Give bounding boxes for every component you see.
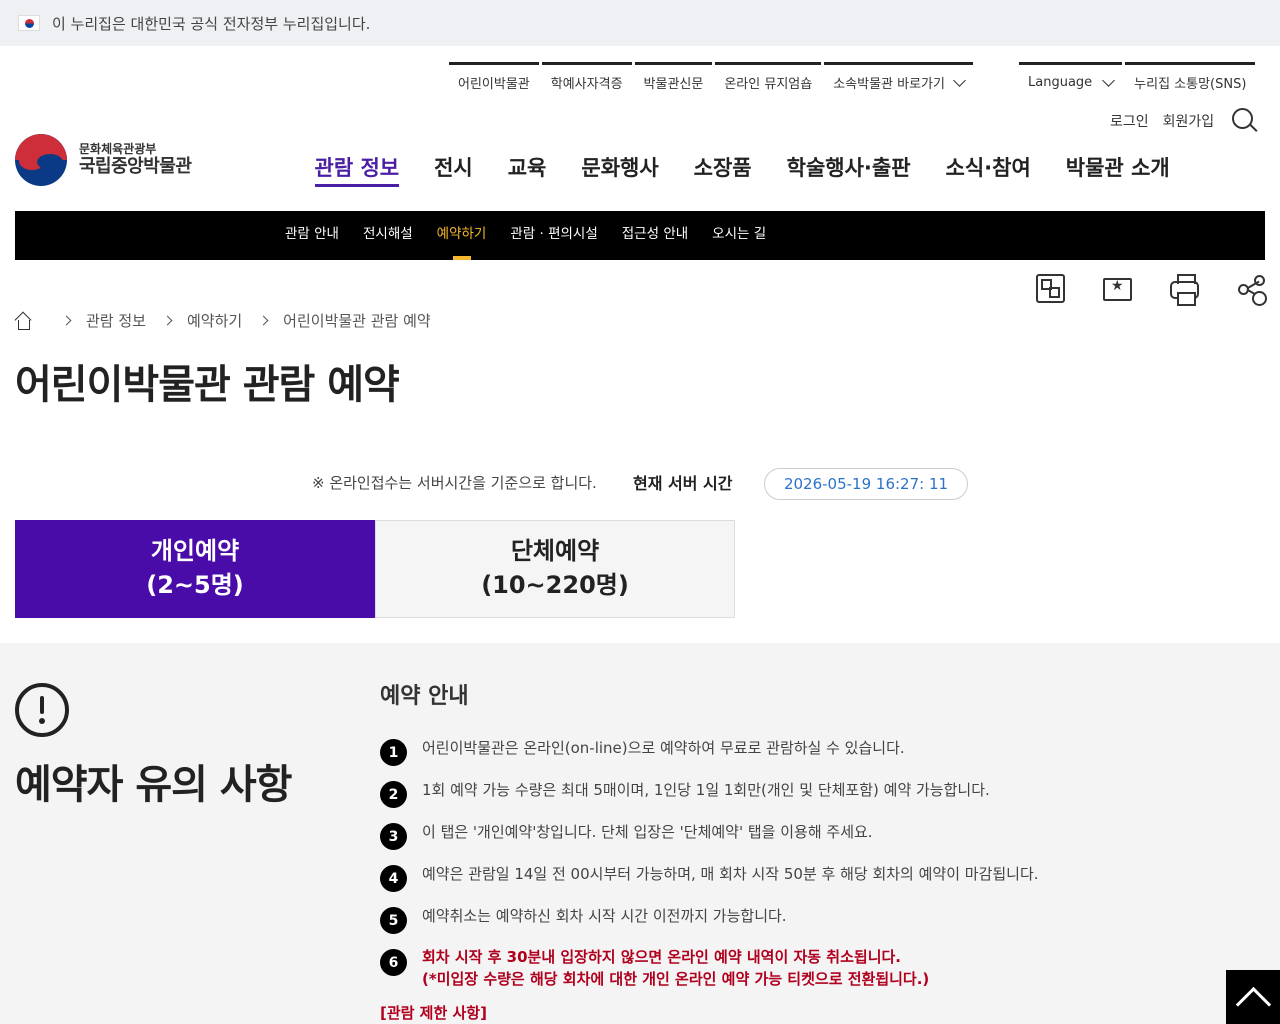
subnav-accessibility[interactable]: 접근성 안내 — [610, 211, 700, 260]
restriction-heading: [관람 제한 사항] — [380, 1004, 487, 1022]
guide-list: 1 어린이박물관은 온라인(on-line)으로 예약하여 무료로 관람하실 수… — [380, 735, 1260, 1001]
page-tools — [1036, 274, 1266, 306]
guide-item-warning: 6 회차 시작 후 30분내 입장하지 않으면 온라인 예약 내역이 자동 취소… — [380, 945, 1260, 1001]
gnb-cultural-events[interactable]: 문화행사 — [564, 152, 676, 188]
logo-text: 문화체육관광부 국립중앙박물관 — [79, 142, 192, 178]
site-logo[interactable]: 문화체육관광부 국립중앙박물관 — [15, 134, 192, 186]
guide-warning-line1: 회차 시작 후 30분내 입장하지 않으면 온라인 예약 내역이 자동 취소됩니… — [422, 948, 901, 966]
exclamation-circle-icon — [15, 683, 69, 737]
bookmark-star-icon[interactable] — [1103, 278, 1132, 301]
share-icon[interactable] — [1237, 274, 1266, 303]
guide-number: 1 — [380, 739, 407, 766]
gnb-about-museum[interactable]: 박물관 소개 — [1048, 152, 1187, 188]
tab-group-reservation[interactable]: 단체예약 (10~220명) — [375, 520, 735, 618]
guide-warning-line2: (*미입장 수량은 해당 회차에 대한 개인 온라인 예약 가능 티켓으로 전환… — [422, 969, 930, 988]
scroll-top-icon[interactable] — [1226, 970, 1280, 1024]
logo-ministry: 문화체육관광부 — [79, 142, 157, 156]
gnb-education[interactable]: 교육 — [490, 152, 564, 188]
guide-number: 5 — [380, 907, 407, 934]
gnb-academic-publishing[interactable]: 학술행사·출판 — [769, 152, 928, 188]
guide-item: 3 이 탭은 '개인예약'창입니다. 단체 입장은 '단체예약' 탭을 이용해 … — [380, 819, 1260, 861]
tab-group-title: 단체예약 — [510, 537, 600, 566]
breadcrumb-visit-info[interactable]: 관람 정보 — [86, 310, 146, 331]
breadcrumb-current: 어린이박물관 관람 예약 — [283, 312, 431, 330]
page-title: 어린이박물관 관람 예약 — [15, 362, 400, 408]
taegeuk-logo-icon — [15, 134, 67, 186]
sns-link[interactable]: 누리집 소통망(SNS) — [1125, 62, 1256, 100]
breadcrumb: 관람 정보 예약하기 어린이박물관 관람 예약 — [15, 310, 431, 331]
guide-item: 1 어린이박물관은 온라인(on-line)으로 예약하여 무료로 관람하실 수… — [380, 735, 1260, 777]
server-time-label: 현재 서버 시간 — [633, 474, 733, 493]
guide-number: 3 — [380, 823, 407, 850]
guide-item: 5 예약취소는 예약하신 회차 시작 시간 이전까지 가능합니다. — [380, 903, 1260, 945]
server-time-value: 2026-05-19 16:27: 11 — [764, 468, 968, 500]
qr-code-icon[interactable] — [1036, 274, 1065, 303]
home-icon[interactable] — [15, 313, 31, 330]
util-link-children-museum[interactable]: 어린이박물관 — [449, 62, 539, 100]
print-icon[interactable] — [1170, 274, 1199, 306]
tab-group-capacity: (10~220명) — [481, 571, 629, 599]
gnb-visit-info[interactable]: 관람 정보 — [297, 152, 417, 188]
util-link-newsletter[interactable]: 박물관신문 — [634, 62, 713, 100]
subnav-facilities[interactable]: 관람 · 편의시설 — [498, 211, 609, 260]
chevron-down-icon — [953, 73, 966, 87]
join-link[interactable]: 회원가입 — [1163, 111, 1215, 131]
server-time-note: ※ 온라인접수는 서버시간을 기준으로 합니다. — [312, 474, 597, 492]
gov-banner: 이 누리집은 대한민국 공식 전자정부 누리집입니다. — [0, 0, 1280, 46]
language-dropdown[interactable]: Language — [1019, 62, 1123, 100]
gnb-exhibition[interactable]: 전시 — [417, 152, 491, 188]
chevron-right-icon — [162, 315, 173, 326]
tab-individual-title: 개인예약 — [150, 537, 240, 566]
guide-number: 6 — [380, 949, 407, 976]
member-links: 로그인 회원가입 — [1110, 108, 1258, 134]
guide-heading: 예약 안내 — [380, 684, 469, 709]
main-nav: 관람 정보 전시 교육 문화행사 소장품 학술행사·출판 소식·참여 박물관 소… — [297, 152, 1187, 188]
guide-text: 예약은 관람일 14일 전 00시부터 가능하며, 매 회차 시작 50분 후 … — [422, 865, 1039, 883]
utility-nav: 어린이박물관 학예사자격증 박물관신문 온라인 뮤지엄숍 소속박물관 바로가기 — [449, 62, 976, 100]
guide-item: 2 1회 예약 가능 수량은 최대 5매이며, 1인당 1일 1회만(개인 및 … — [380, 777, 1260, 819]
util-link-curator-license[interactable]: 학예사자격증 — [541, 62, 632, 100]
language-sns-nav: Language 누리집 소통망(SNS) — [1019, 62, 1258, 100]
gnb-news-participation[interactable]: 소식·참여 — [928, 152, 1048, 188]
gnb-visit-info-label: 관람 정보 — [314, 156, 400, 187]
gov-banner-text: 이 누리집은 대한민국 공식 전자정부 누리집입니다. — [52, 14, 371, 33]
affiliated-museums-label: 소속박물관 바로가기 — [833, 77, 945, 92]
chevron-right-icon — [258, 315, 269, 326]
affiliated-museums-dropdown[interactable]: 소속박물관 바로가기 — [824, 62, 973, 100]
sub-nav-bar: 관람 안내 전시해설 예약하기 관람 · 편의시설 접근성 안내 오시는 길 — [15, 211, 1265, 260]
korea-flag-icon — [18, 15, 40, 31]
subnav-visit-guide[interactable]: 관람 안내 — [273, 211, 351, 260]
guide-number: 2 — [380, 781, 407, 808]
chevron-down-icon — [1102, 73, 1116, 87]
guide-text: 어린이박물관은 온라인(on-line)으로 예약하여 무료로 관람하실 수 있… — [422, 739, 905, 757]
guide-item: 4 예약은 관람일 14일 전 00시부터 가능하며, 매 회차 시작 50분 … — [380, 861, 1260, 903]
subnav-docent[interactable]: 전시해설 — [351, 211, 425, 260]
tab-individual-reservation[interactable]: 개인예약 (2~5명) — [15, 520, 375, 618]
guide-text: 1회 예약 가능 수량은 최대 5매이며, 1인당 1일 1회만(개인 및 단체… — [422, 781, 990, 799]
logo-museum: 국립중앙박물관 — [79, 156, 192, 178]
guide-text: 예약취소는 예약하신 회차 시작 시간 이전까지 가능합니다. — [422, 907, 787, 925]
guide-warning-text: 회차 시작 후 30분내 입장하지 않으면 온라인 예약 내역이 자동 취소됩니… — [422, 945, 929, 991]
chevron-right-icon — [61, 315, 72, 326]
language-label: Language — [1028, 75, 1093, 90]
login-link[interactable]: 로그인 — [1110, 111, 1149, 131]
search-icon[interactable] — [1232, 108, 1258, 134]
guide-number: 4 — [380, 865, 407, 892]
gnb-collection[interactable]: 소장품 — [676, 152, 769, 188]
guide-text: 이 탭은 '개인예약'창입니다. 단체 입장은 '단체예약' 탭을 이용해 주세… — [422, 823, 873, 841]
util-link-museum-shop[interactable]: 온라인 뮤지엄숍 — [715, 62, 822, 100]
tab-individual-capacity: (2~5명) — [146, 571, 244, 599]
breadcrumb-reservation[interactable]: 예약하기 — [187, 310, 242, 331]
notice-title: 예약자 유의 사항 — [15, 762, 292, 808]
subnav-reservation[interactable]: 예약하기 — [425, 211, 499, 260]
subnav-directions[interactable]: 오시는 길 — [700, 211, 778, 260]
